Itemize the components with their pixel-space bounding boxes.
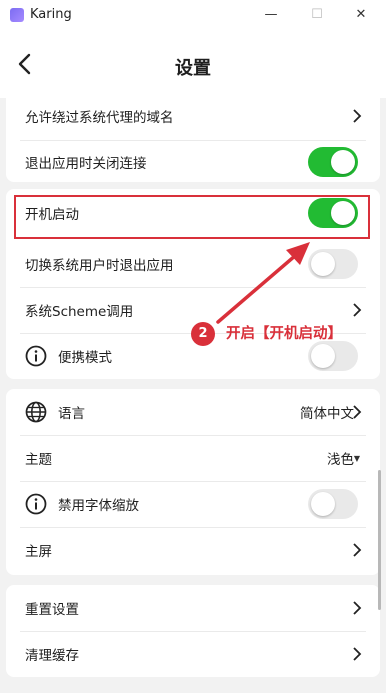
chevron-right-icon [353, 109, 362, 123]
disconnect-on-exit-row: 退出应用时关闭连接 [6, 139, 380, 185]
clear-cache-label: 清理缓存 [25, 648, 79, 664]
caret-down-icon: ▼ [353, 453, 360, 463]
theme-row[interactable]: 主题 浅色 ▼ [6, 435, 380, 481]
theme-value[interactable]: 浅色 [327, 448, 354, 468]
toggle-knob [311, 344, 335, 368]
clear-cache-row[interactable]: 清理缓存 [6, 631, 380, 677]
info-icon [25, 493, 47, 515]
portable-mode-toggle[interactable] [308, 341, 358, 371]
toggle-knob [311, 252, 335, 276]
language-row[interactable]: 语言 简体中文 [6, 389, 380, 435]
disconnect-on-exit-toggle[interactable] [308, 147, 358, 177]
chevron-right-icon [353, 647, 362, 661]
reset-settings-row[interactable]: 重置设置 [6, 585, 380, 631]
bypass-domains-label: 允许绕过系统代理的域名 [25, 110, 174, 126]
home-screen-label: 主屏 [25, 544, 52, 560]
language-label: 语言 [58, 406, 85, 422]
close-button[interactable]: ✕ [352, 6, 370, 24]
window-title: Karing [30, 7, 72, 22]
annotation-highlight-box [14, 195, 370, 239]
home-screen-row[interactable]: 主屏 [6, 527, 380, 573]
page-title: 设置 [175, 58, 211, 79]
language-value: 简体中文 [300, 406, 354, 422]
settings-group-maintenance: 重置设置 清理缓存 [6, 585, 380, 677]
disconnect-on-exit-label: 退出应用时关闭连接 [25, 156, 147, 172]
annotation-step-badge: 2 [191, 322, 215, 346]
scheme-call-label: 系统Scheme调用 [25, 304, 134, 320]
info-icon [25, 345, 47, 367]
chevron-right-icon [353, 543, 362, 557]
globe-icon [25, 401, 47, 423]
chevron-right-icon [353, 601, 362, 615]
exit-on-user-switch-toggle[interactable] [308, 249, 358, 279]
exit-on-user-switch-label: 切换系统用户时退出应用 [25, 258, 174, 274]
portable-mode-label: 便携模式 [58, 350, 112, 366]
window-titlebar: Karing — ☐ ✕ [0, 0, 386, 30]
minimize-button[interactable]: — [262, 6, 280, 24]
disable-font-scaling-toggle[interactable] [308, 489, 358, 519]
page-header: 设置 [0, 30, 386, 98]
maximize-button[interactable]: ☐ [308, 6, 326, 24]
toggle-knob [311, 492, 335, 516]
theme-label: 主题 [25, 452, 52, 468]
exit-on-user-switch-row: 切换系统用户时退出应用 [6, 241, 380, 287]
disable-font-scaling-row: 禁用字体缩放 [6, 481, 380, 527]
disable-font-scaling-label: 禁用字体缩放 [58, 498, 139, 514]
settings-group-network: 允许绕过系统代理的域名 退出应用时关闭连接 [6, 98, 380, 182]
karing-logo-icon [10, 8, 24, 22]
scrollbar[interactable] [378, 470, 381, 610]
annotation-text: 开启【开机启动】 [226, 326, 342, 342]
bypass-domains-row[interactable]: 允许绕过系统代理的域名 [6, 98, 380, 139]
reset-settings-label: 重置设置 [25, 602, 79, 618]
settings-group-appearance: 语言 简体中文 主题 浅色 ▼ 禁用字体缩放 主屏 [6, 389, 380, 575]
toggle-knob [331, 150, 355, 174]
chevron-right-icon [353, 303, 362, 317]
settings-list: 允许绕过系统代理的域名 退出应用时关闭连接 开机启动 切换系统用户时退出应用 系… [0, 98, 386, 693]
chevron-right-icon [353, 405, 362, 419]
